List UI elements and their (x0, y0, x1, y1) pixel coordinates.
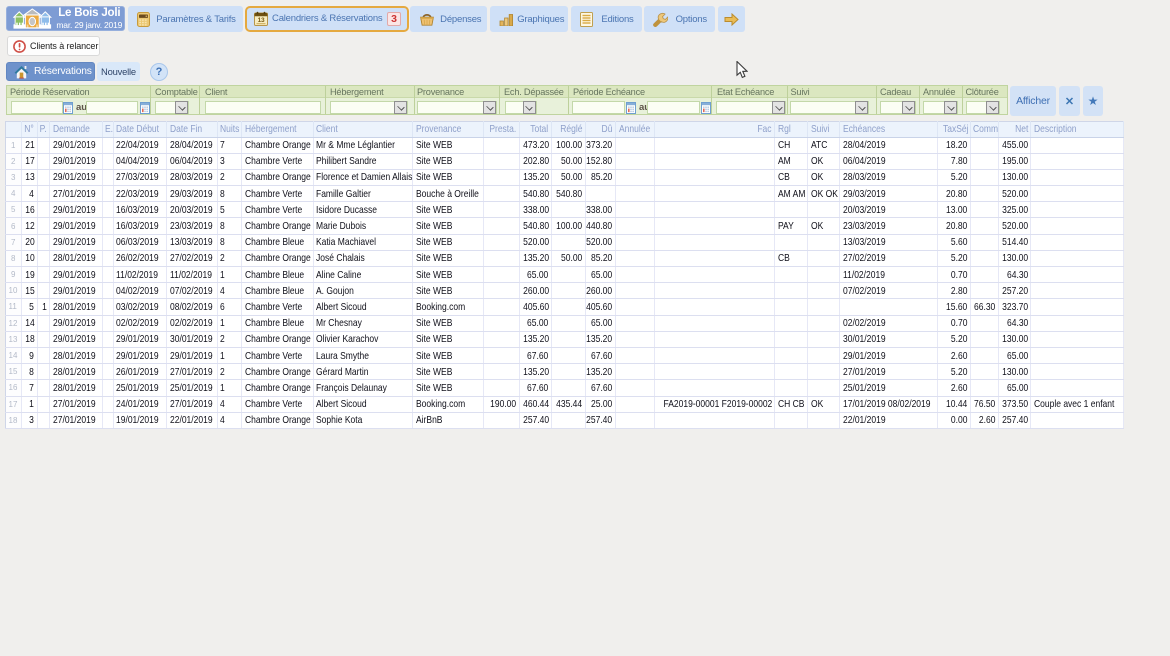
svg-text:13: 13 (257, 17, 264, 24)
